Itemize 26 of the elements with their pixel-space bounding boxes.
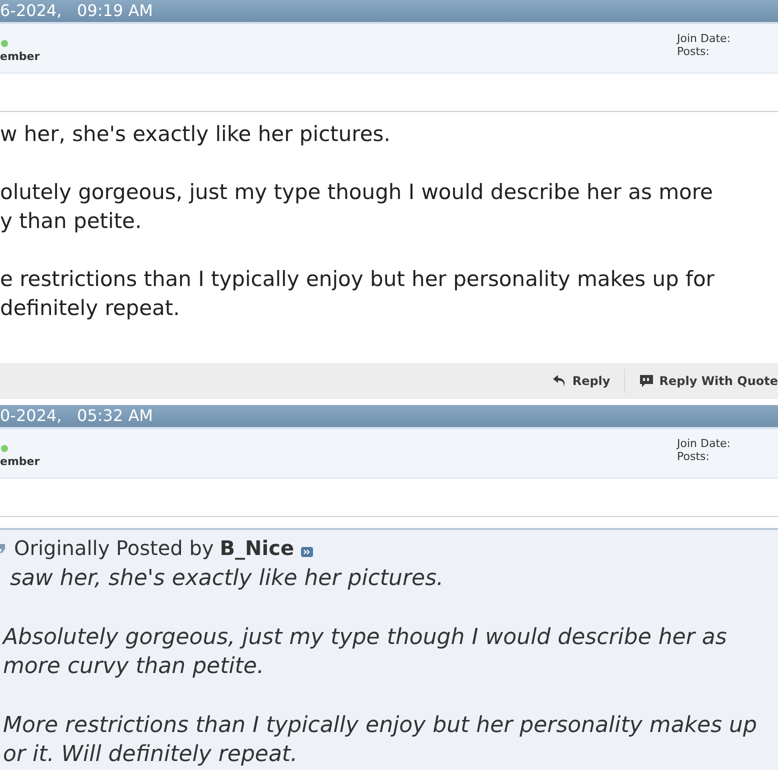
- member-rank: ember: [0, 50, 40, 63]
- quote-text-line: More restrictions than I typically enjoy but her personality makes up: [3, 712, 757, 740]
- member-rank: ember: [0, 455, 40, 468]
- posts-label: Posts:: [677, 450, 710, 463]
- post-text-line: olutely gorgeous, just my type though I would describe her as more: [0, 179, 713, 206]
- post-text-line: definitely repeat.: [0, 295, 180, 322]
- reply-with-quote-button[interactable]: Reply With Quote: [639, 374, 778, 388]
- view-post-icon[interactable]: [301, 547, 314, 557]
- quote-author: B_Nice: [220, 536, 294, 560]
- quote-bubble-icon: [639, 374, 654, 388]
- quote-text-line: or it. Will definitely repeat.: [3, 741, 298, 769]
- join-date-label: Join Date:: [677, 32, 730, 45]
- posts-label: Posts:: [677, 45, 710, 58]
- quote-text-line: saw her, she's exactly like her pictures.: [8, 565, 444, 593]
- quote-text-line: Absolutely gorgeous, just my type though I would describe her as: [3, 624, 727, 652]
- post-date: 6-2024, 09:19 AM: [0, 0, 778, 24]
- quote-attribution: Originally Posted by: [14, 536, 214, 560]
- post-text-line: w her, she's exactly like her pictures.: [0, 121, 390, 148]
- reply-icon: [552, 374, 568, 388]
- quote-icon: [0, 542, 6, 554]
- join-date-label: Join Date:: [677, 437, 730, 450]
- reply-button[interactable]: Reply: [552, 374, 610, 388]
- quote-text-line: more curvy than petite.: [3, 653, 264, 681]
- post-text-line: y than petite.: [0, 208, 142, 235]
- post-text-line: e restrictions than I typically enjoy but her personality makes up for: [0, 266, 714, 293]
- post-date: 0-2024, 05:32 AM: [0, 405, 778, 429]
